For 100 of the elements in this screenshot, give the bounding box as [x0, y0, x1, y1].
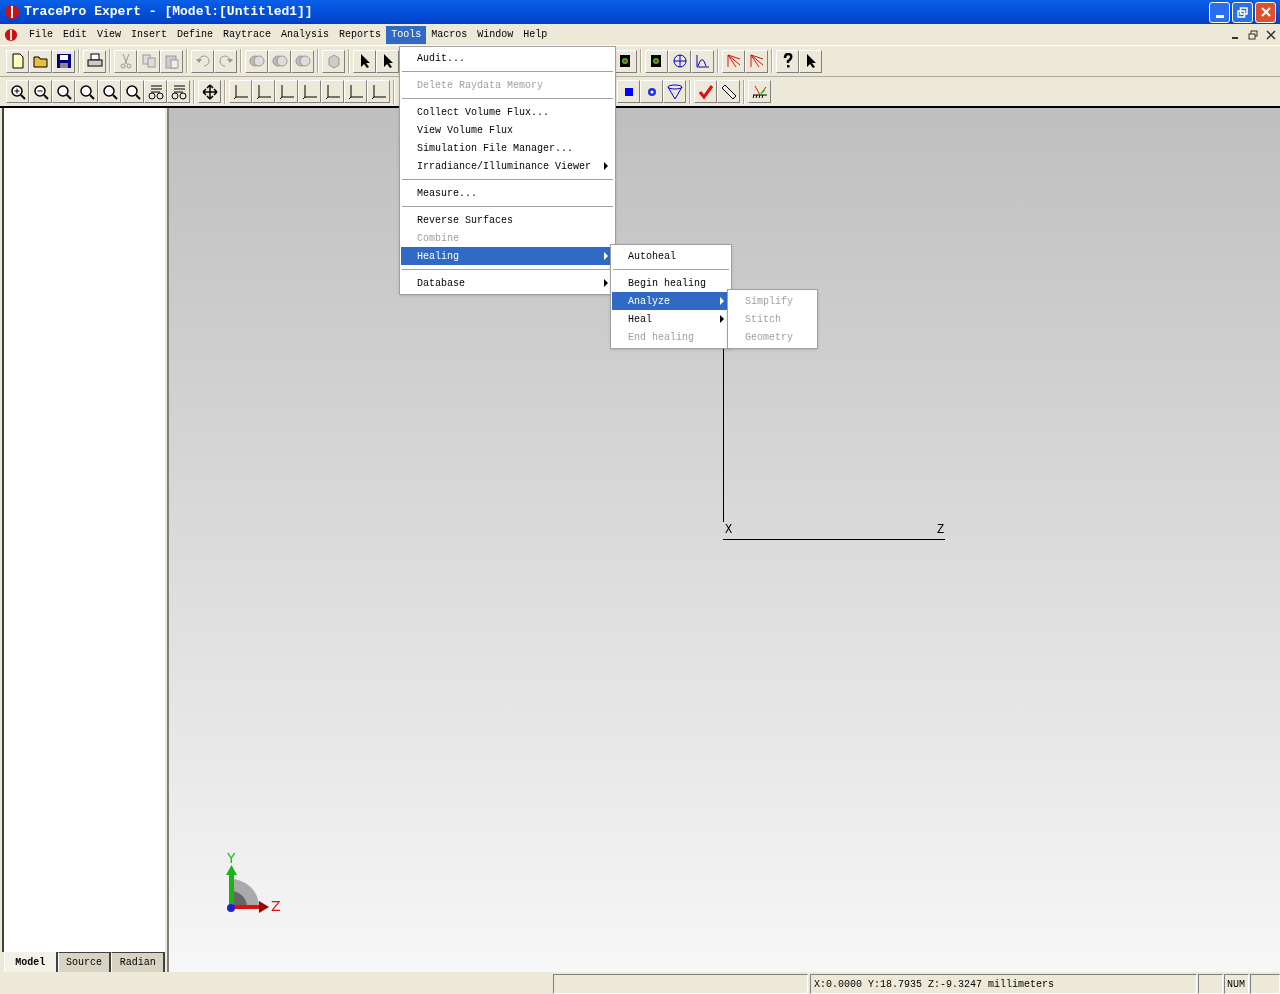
toolbar-button[interactable]: [52, 80, 75, 103]
submenu-arrow-icon: [720, 297, 724, 305]
toolbar-button[interactable]: [663, 80, 686, 103]
printer-icon: [86, 53, 103, 69]
toolbar-button[interactable]: [52, 49, 75, 73]
magnifier-icon: [101, 83, 118, 100]
submenu-arrow-icon: [604, 252, 608, 260]
new-file-icon: [9, 53, 26, 69]
axes-icon: [255, 83, 272, 100]
menu-entry[interactable]: Irradiance/Illuminance Viewer: [401, 157, 614, 175]
minimize-button[interactable]: [1209, 1, 1230, 23]
toolbar-button[interactable]: [617, 80, 640, 103]
submenu-arrow-icon: [604, 162, 608, 170]
toolbar-button[interactable]: [353, 49, 376, 73]
submenu-arrow-icon: [720, 315, 724, 323]
panel-tab[interactable]: Model: [4, 952, 58, 972]
app-logo-icon: [4, 4, 20, 20]
zoom-in-icon: [9, 83, 26, 100]
menu-item[interactable]: Insert: [126, 25, 173, 44]
mdi-restore-icon[interactable]: [1248, 29, 1258, 40]
menu-entry[interactable]: Analyze: [612, 292, 730, 310]
menu-item[interactable]: Define: [172, 25, 219, 44]
submenu-arrow-icon: [604, 279, 608, 287]
folder-icon: [32, 53, 49, 69]
menu-entry[interactable]: View Volume Flux: [401, 121, 614, 139]
menu-item[interactable]: Help: [518, 25, 553, 44]
toolbar-button[interactable]: [799, 49, 822, 73]
ruler-icon: [720, 83, 737, 100]
toolbar-button[interactable]: [29, 49, 52, 73]
menu-item[interactable]: View: [92, 25, 127, 44]
redo-icon: [217, 53, 234, 69]
paste-icon: [163, 53, 180, 69]
chart-icon: [694, 53, 711, 69]
menu-entry[interactable]: Collect Volume Flux...: [401, 103, 614, 121]
toolbar-button[interactable]: [98, 80, 121, 103]
panel-tab[interactable]: Source: [57, 952, 112, 972]
panel-tab[interactable]: Radian: [111, 952, 165, 972]
axis-label: X: [725, 523, 733, 537]
menu-item[interactable]: Window: [472, 25, 519, 44]
toolbar-button[interactable]: [6, 80, 29, 103]
toolbar-button[interactable]: [167, 80, 190, 103]
restore-button[interactable]: [1232, 1, 1253, 23]
checkmark-icon: [697, 83, 714, 100]
toolbar-button[interactable]: [717, 80, 740, 103]
glasses-icon: [170, 83, 187, 100]
status-num-indicator: NUM: [1224, 974, 1249, 994]
magnifier-icon: [78, 83, 95, 100]
menu-item[interactable]: Analysis: [276, 25, 335, 44]
scissors-icon: [117, 53, 134, 69]
menu-item[interactable]: Tools: [386, 25, 427, 44]
toolbar-button[interactable]: [376, 49, 399, 73]
toolbar-button[interactable]: [198, 80, 221, 103]
menu-entry[interactable]: Begin healing: [612, 274, 730, 292]
menu-entry[interactable]: Audit...: [401, 49, 614, 67]
globe-icon: [671, 53, 688, 69]
toolbar-button[interactable]: [640, 80, 663, 103]
overlapping-circles-icon: [271, 53, 288, 69]
close-button[interactable]: [1255, 1, 1276, 23]
undo-icon: [194, 53, 211, 69]
close-icon: [1260, 7, 1271, 17]
axes-icon: [278, 83, 295, 100]
magnifier-icon: [124, 83, 141, 100]
status-pane: [1198, 974, 1223, 994]
window-title: TracePro Expert - [Model:[Untitled1]]: [24, 3, 314, 22]
menu-item[interactable]: Edit: [58, 25, 93, 44]
ray-sketch-icon: [748, 53, 765, 69]
overlapping-circles-icon: [248, 53, 265, 69]
toolbar-button[interactable]: [668, 49, 691, 73]
axes-icon: [347, 83, 364, 100]
save-icon: [55, 53, 72, 69]
menu-entry[interactable]: Database: [401, 274, 614, 292]
magnifier-icon: [55, 83, 72, 100]
zoom-out-icon: [32, 83, 49, 100]
toolbar-button[interactable]: [75, 80, 98, 103]
axes-icon: [232, 83, 249, 100]
toolbar-button[interactable]: [121, 80, 144, 103]
toolbar-button[interactable]: [144, 80, 167, 103]
toolbar-button[interactable]: [83, 49, 106, 73]
menu-item[interactable]: Raytrace: [218, 25, 277, 44]
menu-entry[interactable]: Autoheal: [612, 247, 730, 265]
menu-item[interactable]: Reports: [334, 25, 387, 44]
toolbar-button[interactable]: [645, 49, 668, 73]
menu-item[interactable]: File: [24, 25, 58, 44]
overlapping-circles-icon: [294, 53, 311, 69]
toolbar-button[interactable]: [29, 80, 52, 103]
axes-icon: [301, 83, 318, 100]
restore-icon: [1237, 6, 1248, 18]
status-coordinates: X:0.0000 Y:18.7935 Z:-9.3247 millimeters: [810, 974, 1197, 994]
menu-entry[interactable]: Heal: [612, 310, 730, 328]
move-icon: [201, 83, 218, 100]
toolbar-button[interactable]: [776, 49, 799, 73]
mdi-close-icon[interactable]: [1266, 29, 1276, 40]
toolbar-button[interactable]: [748, 80, 771, 103]
ray-sketch-icon: [725, 53, 742, 69]
glasses-icon: [147, 83, 164, 100]
axes-icon: [324, 83, 341, 100]
menu-entry[interactable]: Measure...: [401, 184, 614, 202]
menu-entry[interactable]: Reverse Surfaces: [401, 211, 614, 229]
menu-entry[interactable]: Simulation File Manager...: [401, 139, 614, 157]
menu-item[interactable]: Macros: [426, 25, 473, 44]
